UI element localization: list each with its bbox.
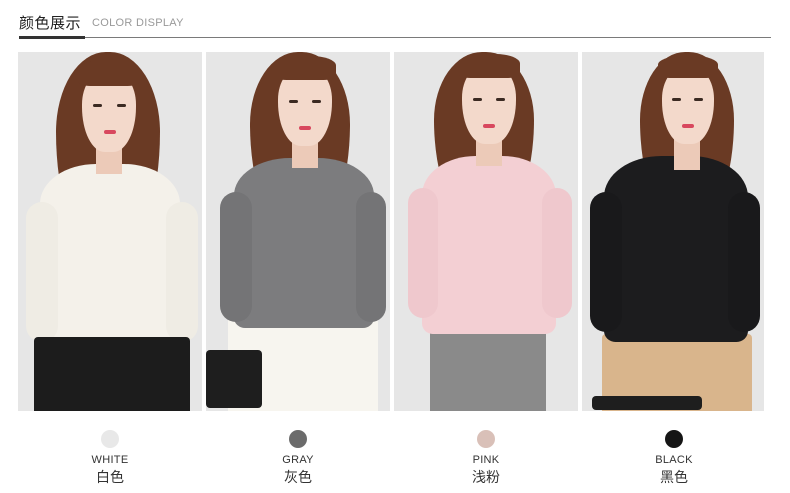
sleeve-left: [26, 202, 58, 342]
product-photo-pink[interactable]: [394, 52, 578, 411]
sleeve-right: [166, 202, 198, 342]
sleeve-left: [220, 192, 252, 322]
sleeve-left: [408, 188, 438, 318]
color-name-en: PINK: [472, 454, 500, 466]
title-underline: [19, 36, 85, 39]
section-title-en: COLOR DISPLAY: [92, 17, 184, 29]
color-swatch-dot[interactable]: [289, 430, 307, 448]
sweater: [604, 156, 748, 342]
sweater: [234, 158, 374, 328]
color-option-black[interactable]: BLACK 黑色: [582, 428, 766, 487]
color-name-en: WHITE: [91, 454, 129, 466]
color-swatch-dot[interactable]: [101, 430, 119, 448]
color-name-en: BLACK: [655, 454, 693, 466]
color-option-pink[interactable]: PINK 浅粉: [394, 428, 578, 487]
color-name-cn: 黑色: [660, 470, 688, 486]
handbag: [592, 396, 702, 410]
handbag: [206, 350, 262, 408]
color-name-cn: 白色: [96, 470, 124, 486]
color-name-cn: 灰色: [284, 470, 312, 486]
color-swatch-dot[interactable]: [665, 430, 683, 448]
sleeve-right: [356, 192, 386, 322]
sleeve-right: [728, 192, 760, 332]
color-name-cn: 浅粉: [472, 470, 500, 486]
product-photo-row: [18, 52, 772, 412]
sweater: [40, 164, 180, 344]
skirt: [430, 328, 546, 411]
section-header: 颜色展示 COLOR DISPLAY: [19, 8, 771, 39]
bangs: [658, 56, 718, 78]
sleeve-right: [542, 188, 572, 318]
color-option-gray[interactable]: GRAY 灰色: [206, 428, 390, 487]
product-photo-white[interactable]: [18, 52, 202, 411]
product-photo-gray[interactable]: [206, 52, 390, 411]
product-photo-black[interactable]: [582, 52, 764, 411]
skirt: [34, 337, 190, 411]
section-title-cn: 颜色展示: [19, 14, 82, 32]
color-swatch-dot[interactable]: [477, 430, 495, 448]
bangs: [78, 60, 140, 86]
color-name-en: GRAY: [282, 454, 314, 466]
sleeve-left: [590, 192, 622, 332]
sweater: [422, 156, 556, 334]
color-option-white[interactable]: WHITE 白色: [18, 428, 202, 487]
bangs: [458, 54, 520, 78]
color-swatch-row: WHITE 白色 GRAY 灰色 PINK 浅粉 BLACK 黑色: [18, 428, 772, 488]
bangs: [274, 56, 336, 80]
